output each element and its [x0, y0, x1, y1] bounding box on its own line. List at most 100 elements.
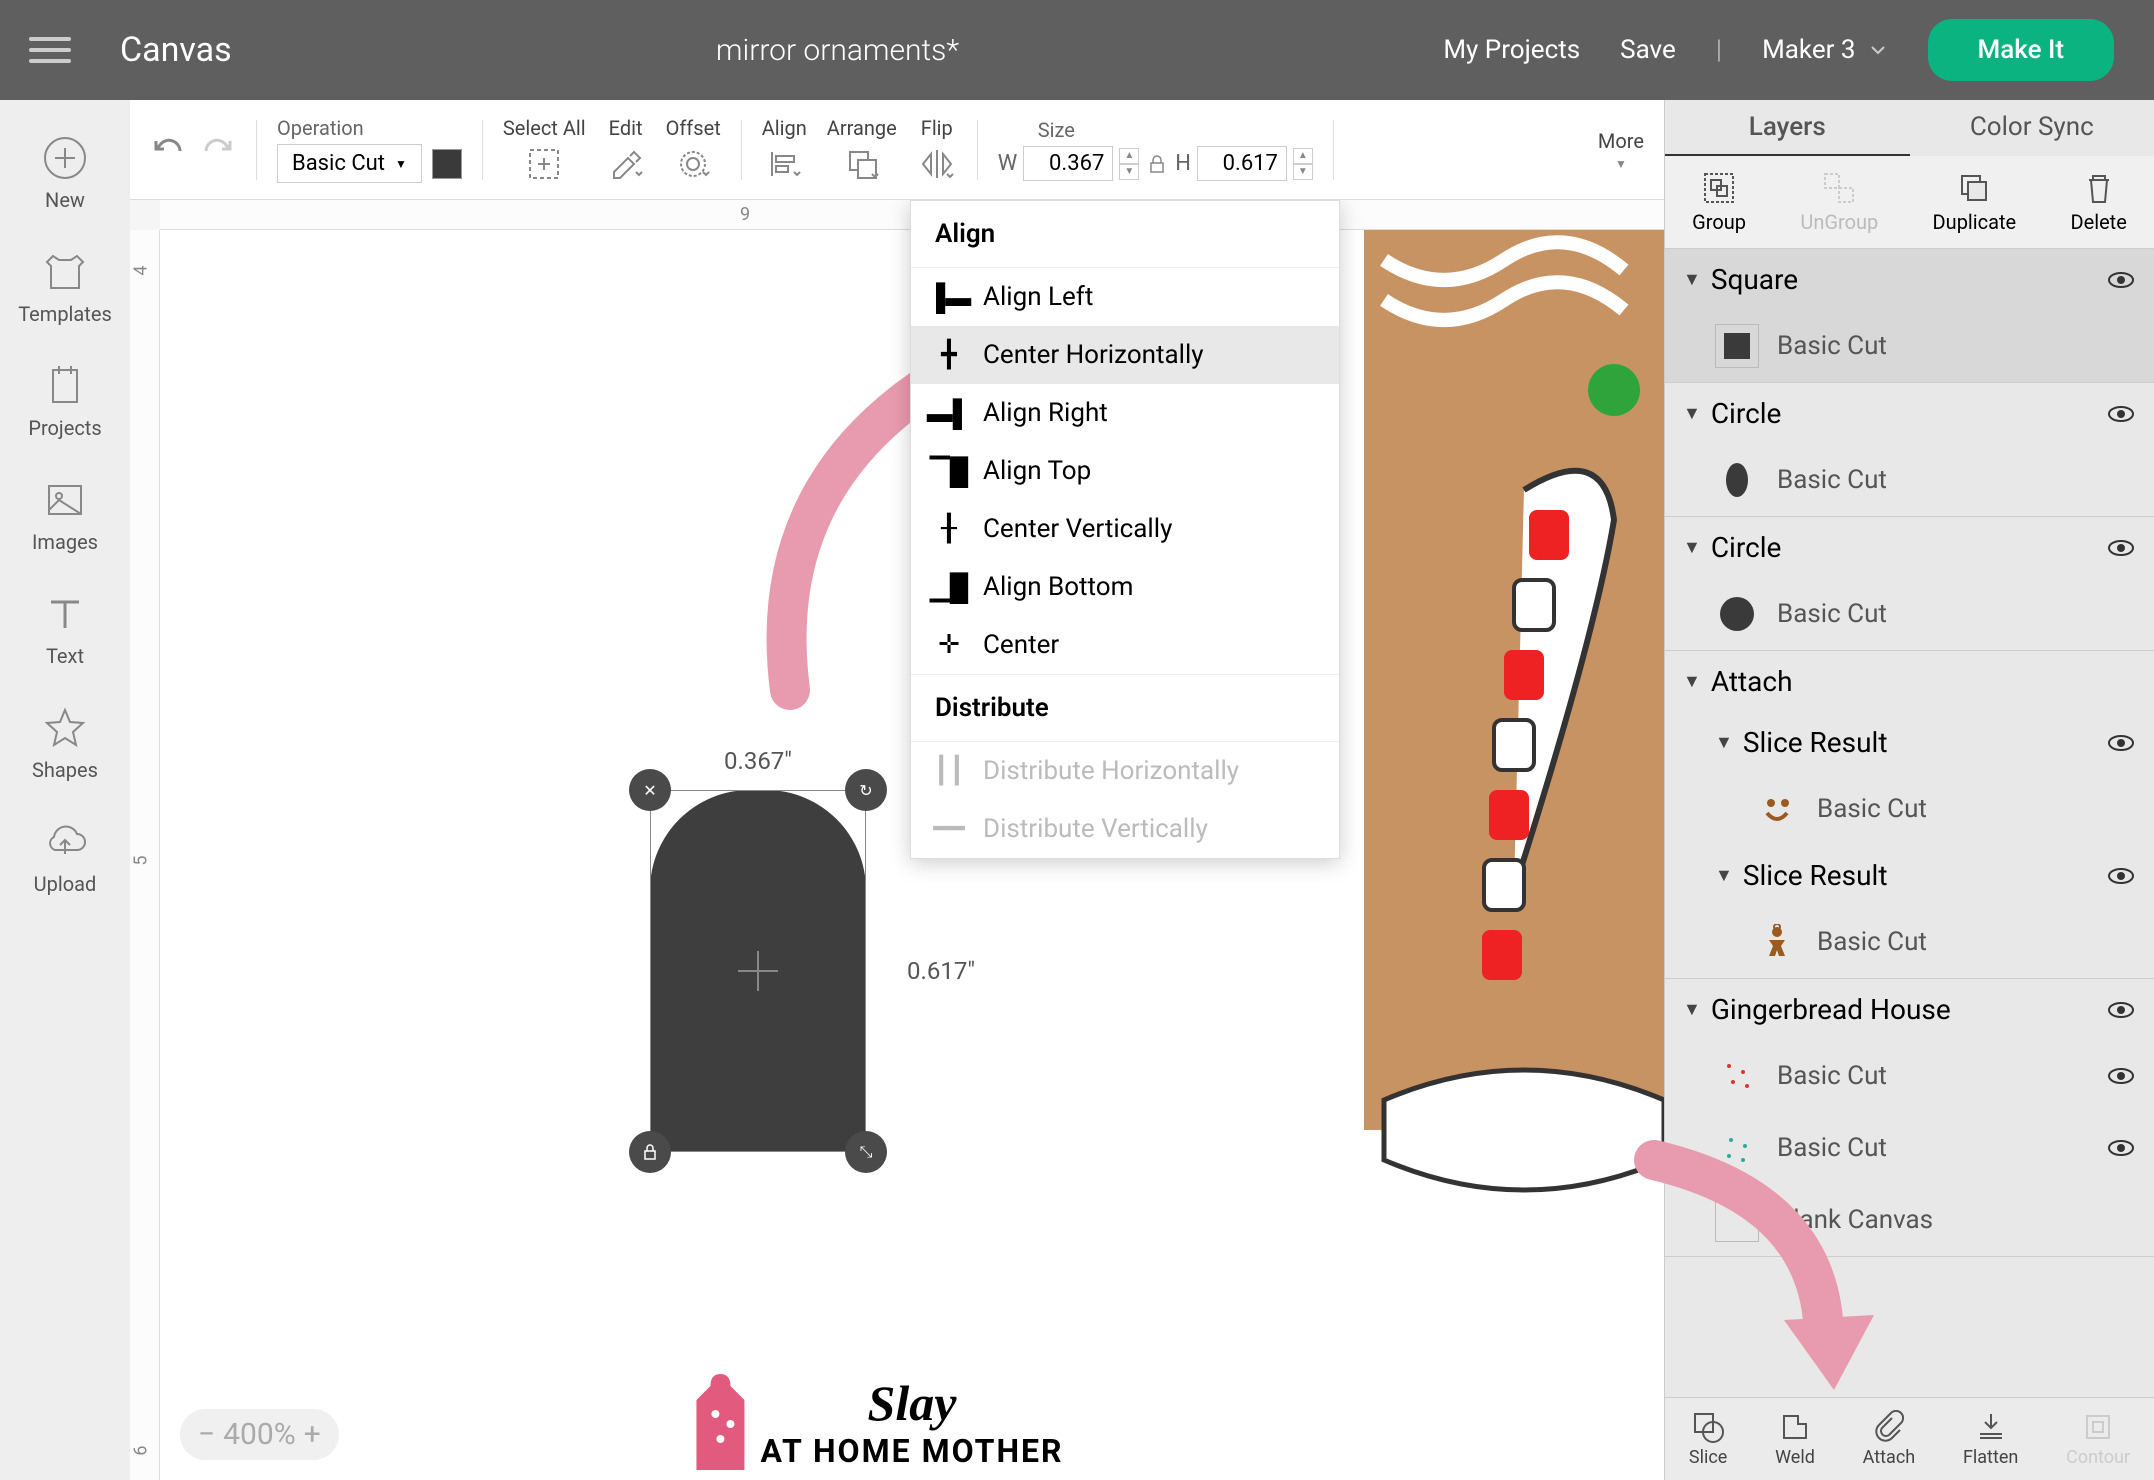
center-vertically-item[interactable]: ╂Center Vertically: [911, 500, 1339, 558]
center-horizontally-item[interactable]: ╋Center Horizontally: [911, 326, 1339, 384]
layer-row[interactable]: ▼Square: [1665, 249, 2154, 310]
group-button[interactable]: Group: [1692, 170, 1746, 234]
menu-hamburger-icon[interactable]: [0, 37, 100, 63]
layer-thumbnail: [1715, 1126, 1759, 1170]
slice-icon: [1691, 1410, 1725, 1444]
delete-handle-icon[interactable]: ✕: [629, 769, 671, 811]
redo-icon[interactable]: [198, 131, 236, 169]
attach-icon: [1872, 1410, 1906, 1444]
sidebar-item-upload[interactable]: Upload: [0, 804, 130, 910]
align-label: Align: [762, 116, 807, 140]
flatten-button[interactable]: Flatten: [1963, 1410, 2018, 1468]
layer-child[interactable]: Basic Cut: [1665, 310, 2154, 382]
layer-row[interactable]: ▼Circle: [1665, 517, 2154, 578]
sidebar-label: New: [45, 188, 85, 212]
machine-selector[interactable]: Maker 3: [1762, 35, 1887, 65]
duplicate-button[interactable]: Duplicate: [1933, 170, 2017, 234]
resize-handle-icon[interactable]: ⤡: [845, 1131, 887, 1173]
width-input[interactable]: [1023, 146, 1113, 181]
layer-row[interactable]: ▼Slice Result: [1665, 712, 2154, 773]
color-swatch[interactable]: [432, 149, 462, 179]
weld-button[interactable]: Weld: [1775, 1410, 1815, 1468]
sidebar-item-new[interactable]: New: [0, 120, 130, 226]
offset-button[interactable]: Offset: [666, 116, 721, 184]
caret-icon[interactable]: ▼: [1715, 732, 1733, 753]
select-all-label: Select All: [503, 116, 586, 140]
slice-button[interactable]: Slice: [1689, 1410, 1727, 1468]
canvas-area[interactable]: 9 4 5 6: [130, 200, 1664, 1480]
eye-icon[interactable]: [2106, 265, 2136, 295]
layer-child[interactable]: Basic Cut: [1665, 906, 2154, 978]
zoom-control[interactable]: − 400% +: [180, 1409, 339, 1460]
layer-child[interactable]: Basic Cut: [1665, 1040, 2154, 1112]
eye-icon[interactable]: [2106, 533, 2136, 563]
attach-button[interactable]: Attach: [1863, 1410, 1916, 1468]
action-label: Flatten: [1963, 1447, 2018, 1468]
sidebar-item-projects[interactable]: Projects: [0, 348, 130, 454]
lock-handle-icon[interactable]: [629, 1131, 671, 1173]
rotate-handle-icon[interactable]: ↻: [845, 769, 887, 811]
sidebar-item-shapes[interactable]: Shapes: [0, 690, 130, 796]
layer-row[interactable]: ▼Circle: [1665, 383, 2154, 444]
plus-icon: [41, 134, 89, 182]
offset-icon: [673, 144, 713, 184]
edit-button[interactable]: Edit: [606, 116, 646, 184]
align-top-item[interactable]: ▔█Align Top: [911, 442, 1339, 500]
zoom-out-icon[interactable]: −: [198, 1417, 215, 1452]
eye-icon[interactable]: [2106, 1133, 2136, 1163]
project-name: mirror ornaments*: [232, 33, 1444, 68]
eye-icon[interactable]: [2106, 995, 2136, 1025]
align-left-item[interactable]: ▐▬Align Left: [911, 268, 1339, 326]
action-label: Slice: [1689, 1447, 1727, 1468]
eye-icon[interactable]: [2106, 728, 2136, 758]
layer-row[interactable]: ▼Gingerbread House: [1665, 979, 2154, 1040]
caret-icon[interactable]: ▼: [1683, 269, 1701, 290]
height-stepper[interactable]: ▲▼: [1293, 148, 1313, 180]
sidebar-item-templates[interactable]: Templates: [0, 234, 130, 340]
make-it-button[interactable]: Make It: [1928, 19, 2114, 81]
operation-select[interactable]: Basic Cut ▼: [277, 144, 422, 183]
sidebar-label: Text: [46, 644, 84, 668]
align-bottom-item[interactable]: ▁█Align Bottom: [911, 558, 1339, 616]
select-all-button[interactable]: Select All: [503, 116, 586, 184]
arrange-button[interactable]: Arrange: [827, 116, 897, 184]
layer-child[interactable]: Basic Cut: [1665, 773, 2154, 845]
caret-icon[interactable]: ▼: [1683, 537, 1701, 558]
height-input[interactable]: [1197, 146, 1287, 181]
sidebar-item-text[interactable]: Text: [0, 576, 130, 682]
gingerbread-shape[interactable]: [1364, 230, 1664, 1230]
select-all-icon: [524, 144, 564, 184]
layer-row[interactable]: ▼Attach: [1665, 651, 2154, 712]
layer-child[interactable]: Blank Canvas: [1665, 1184, 2154, 1256]
flip-button[interactable]: Flip: [917, 116, 957, 184]
align-button[interactable]: Align: [762, 116, 807, 184]
more-button[interactable]: More ▼: [1598, 129, 1644, 171]
my-projects-link[interactable]: My Projects: [1443, 35, 1580, 65]
eye-icon[interactable]: [2106, 399, 2136, 429]
action-label: Contour: [2066, 1447, 2130, 1468]
caret-icon[interactable]: ▼: [1683, 403, 1701, 424]
eye-icon[interactable]: [2106, 1061, 2136, 1091]
align-right-item[interactable]: ▬▌Align Right: [911, 384, 1339, 442]
layer-child[interactable]: Basic Cut: [1665, 444, 2154, 516]
layer-row[interactable]: ▼Slice Result: [1665, 845, 2154, 906]
caret-icon[interactable]: ▼: [1683, 999, 1701, 1020]
zoom-in-icon[interactable]: +: [304, 1417, 321, 1452]
top-divider: |: [1716, 35, 1722, 65]
lock-icon[interactable]: [1145, 152, 1169, 176]
tab-layers[interactable]: Layers: [1665, 100, 1910, 156]
eye-icon[interactable]: [2106, 861, 2136, 891]
sidebar-item-images[interactable]: Images: [0, 462, 130, 568]
layer-child[interactable]: Basic Cut: [1665, 1112, 2154, 1184]
toolbar-divider: [482, 120, 483, 180]
caret-icon[interactable]: ▼: [1715, 865, 1733, 886]
tab-color-sync[interactable]: Color Sync: [1910, 100, 2154, 156]
width-stepper[interactable]: ▲▼: [1119, 148, 1139, 180]
delete-button[interactable]: Delete: [2070, 170, 2126, 234]
save-link[interactable]: Save: [1620, 35, 1676, 65]
distribute-header: Distribute: [911, 674, 1339, 742]
undo-icon[interactable]: [150, 131, 188, 169]
caret-icon[interactable]: ▼: [1683, 671, 1701, 692]
center-item[interactable]: ✛Center: [911, 616, 1339, 674]
layer-child[interactable]: Basic Cut: [1665, 578, 2154, 650]
